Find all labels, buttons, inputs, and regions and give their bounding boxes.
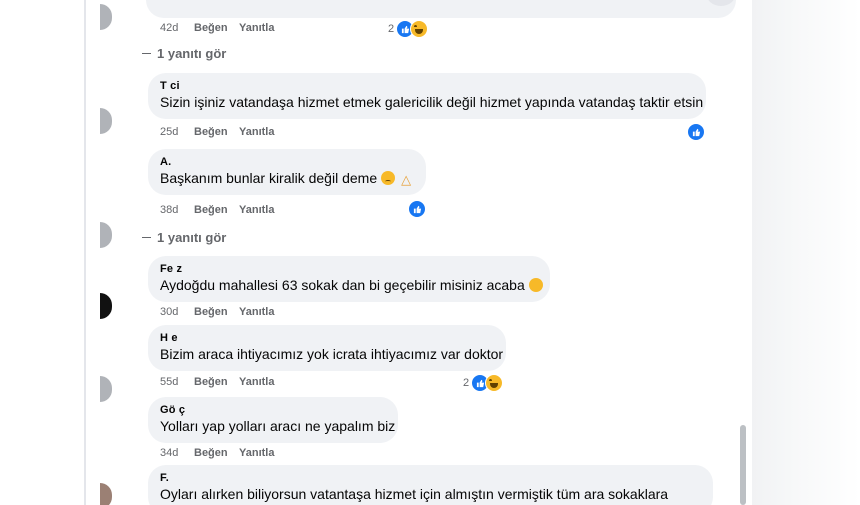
reaction-summary[interactable]: 2 (463, 374, 504, 392)
like-button[interactable]: Beğen (194, 305, 239, 319)
reaction-summary[interactable] (408, 200, 426, 218)
avatar[interactable] (100, 222, 112, 248)
avatar[interactable] (100, 376, 112, 402)
avatar[interactable] (100, 4, 112, 30)
reaction-summary[interactable] (687, 123, 705, 141)
comment-meta: 55d Beğen Yanıtla (160, 375, 274, 389)
comment-text: Bizim araca ihtiyacımız yok icrata ihtiy… (160, 346, 504, 362)
see-replies-label: 1 yanıtı gör (157, 230, 227, 245)
reply-dash (142, 53, 151, 54)
previous-comment-bubble (146, 0, 736, 18)
reply-button[interactable]: Yanıtla (239, 203, 274, 217)
comment-time[interactable]: 30d (160, 305, 194, 319)
scrollbar[interactable] (740, 425, 746, 505)
comment-time[interactable]: 34d (160, 446, 194, 460)
see-replies-label: 1 yanıtı gör (157, 46, 227, 61)
see-replies-link[interactable]: 1 yanıtı gör (142, 230, 226, 245)
comment-meta: 42d Beğen Yanıtla (160, 21, 274, 35)
haha-icon (485, 374, 504, 392)
comment-bubble: F. Oyları alırken biliyorsun vatantaşa h… (148, 465, 713, 505)
comment-text: Yolları yap yolları aracı ne yapalım biz (160, 418, 396, 434)
thinking-face-icon (528, 278, 543, 292)
comment-time[interactable]: 38d (160, 203, 194, 217)
comments-panel: 42d Beğen Yanıtla 2 1 yanıtı gör T ci Si… (86, 0, 752, 505)
like-button[interactable]: Beğen (194, 125, 239, 139)
comment-author[interactable]: A. (160, 156, 415, 169)
comment-author[interactable]: Fe z (160, 263, 539, 276)
like-button[interactable]: Beğen (194, 203, 239, 217)
comment-author[interactable]: Gö ç (160, 404, 387, 417)
reaction-summary[interactable]: 2 (388, 20, 429, 38)
comment-meta: 25d Beğen Yanıtla (160, 125, 274, 139)
sad-face-icon (381, 171, 396, 185)
see-replies-link[interactable]: 1 yanıtı gör (142, 46, 226, 61)
comment-text: Aydoğdu mahallesi 63 sokak dan bi geçebi… (160, 276, 543, 295)
comment-bubble: H e Bizim araca ihtiyacımız yok icrata i… (148, 325, 506, 371)
comment-time[interactable]: 25d (160, 125, 194, 139)
comment-text: Oyları alırken biliyorsun vatantaşa hizm… (160, 486, 669, 502)
reply-button[interactable]: Yanıtla (239, 125, 274, 139)
praying-hands-icon: △ (401, 172, 412, 187)
reply-button[interactable]: Yanıtla (239, 375, 274, 389)
comment-time[interactable]: 55d (160, 375, 194, 389)
comment-meta: 34d Beğen Yanıtla (160, 446, 274, 460)
comment-author[interactable]: H e (160, 332, 495, 345)
right-background (752, 0, 860, 505)
comment-text: Sizin işiniz vatandaşa hizmet etmek gale… (160, 94, 704, 110)
comment-bubble: Gö ç Yolları yap yolları aracı ne yapalı… (148, 397, 398, 443)
avatar[interactable] (100, 483, 112, 505)
haha-icon (410, 20, 429, 38)
like-button[interactable]: Beğen (194, 375, 239, 389)
like-icon (687, 123, 705, 141)
comment-time[interactable]: 42d (160, 21, 194, 35)
like-icon (408, 200, 426, 218)
comment-author[interactable]: T ci (160, 80, 695, 93)
comment-text-content: Başkanım bunlar kiralik değil deme (160, 170, 378, 186)
reply-button[interactable]: Yanıtla (239, 21, 274, 35)
left-background (0, 0, 84, 505)
reply-button[interactable]: Yanıtla (239, 305, 274, 319)
avatar[interactable] (100, 108, 112, 134)
avatar[interactable] (100, 293, 112, 319)
like-button[interactable]: Beğen (194, 446, 239, 460)
comment-author[interactable]: F. (160, 472, 702, 485)
comment-bubble: Fe z Aydoğdu mahallesi 63 sokak dan bi g… (148, 256, 550, 302)
comment-meta: 30d Beğen Yanıtla (160, 305, 274, 319)
reaction-count: 2 (388, 23, 395, 35)
comment-text: Başkanım bunlar kiralik değil deme △ (160, 169, 415, 189)
comment-bubble: A. Başkanım bunlar kiralik değil deme △ (148, 149, 426, 195)
comment-meta: 38d Beğen Yanıtla (160, 203, 274, 217)
comment-text-content: Aydoğdu mahallesi 63 sokak dan bi geçebi… (160, 277, 525, 293)
reaction-count: 2 (463, 377, 470, 389)
reply-dash (142, 237, 151, 238)
like-button[interactable]: Beğen (194, 21, 239, 35)
comment-bubble: T ci Sizin işiniz vatandaşa hizmet etmek… (148, 73, 706, 119)
reply-button[interactable]: Yanıtla (239, 446, 274, 460)
